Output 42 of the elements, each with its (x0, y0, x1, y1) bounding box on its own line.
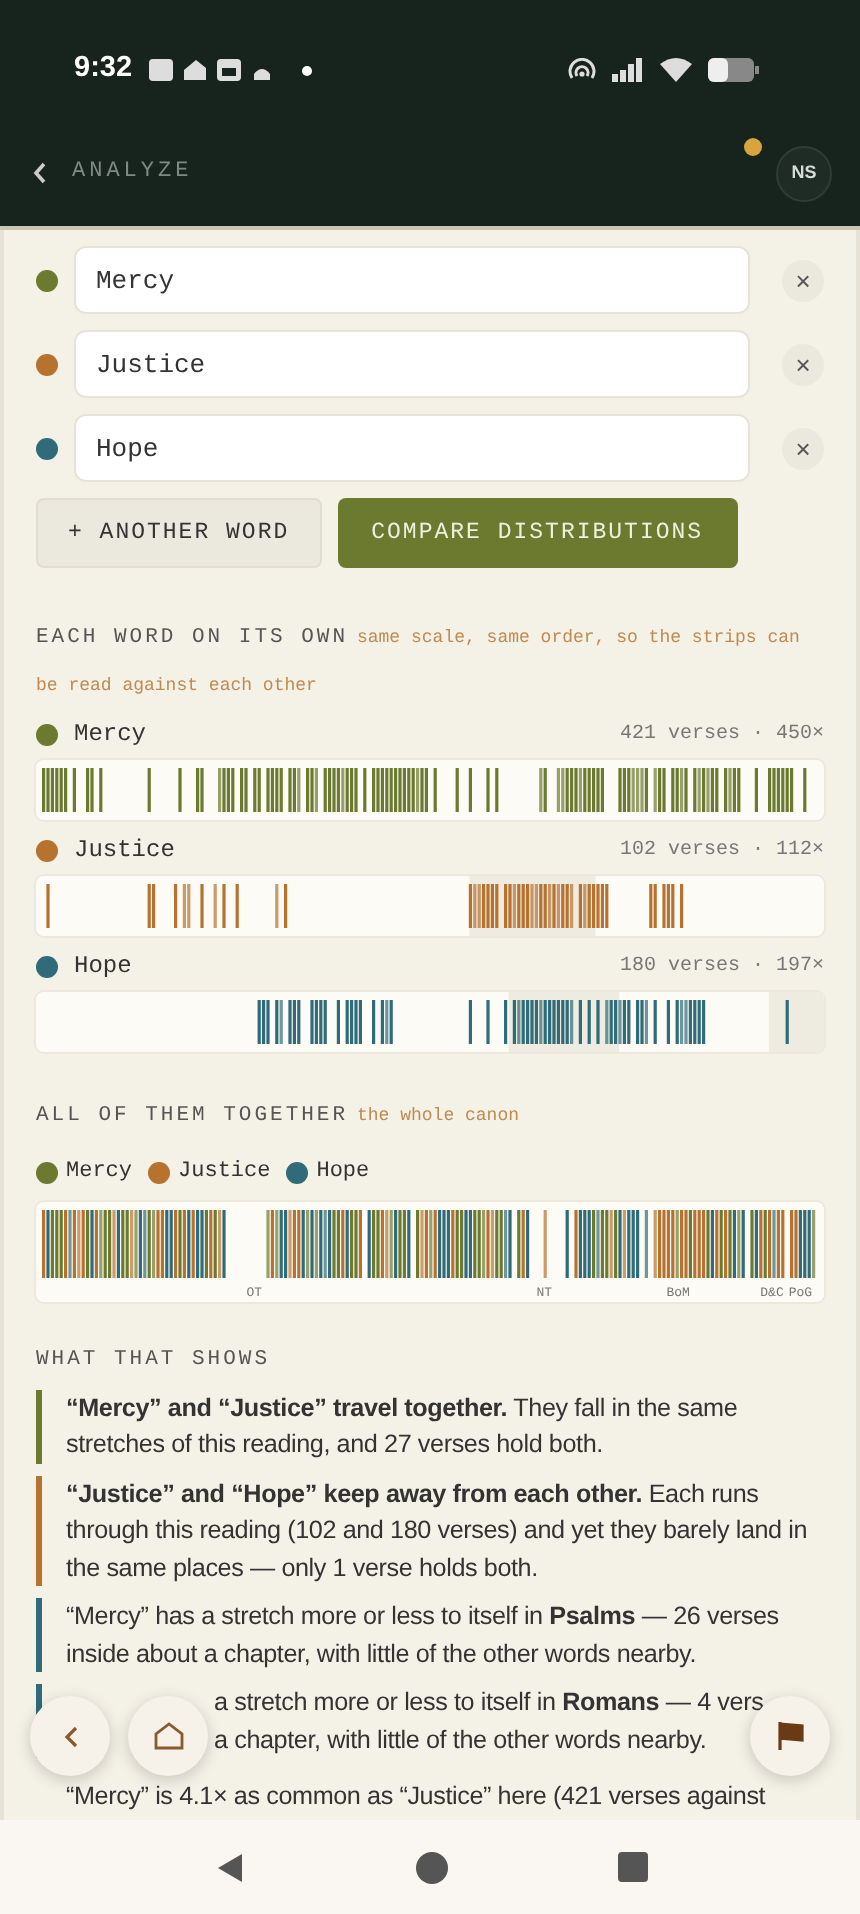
back-icon[interactable] (213, 1851, 245, 1883)
remove-button[interactable]: × (782, 343, 824, 385)
battery-icon (708, 58, 760, 82)
word-label: Mercy (74, 718, 147, 753)
home-button[interactable] (128, 1696, 208, 1776)
recents-icon[interactable] (617, 1852, 647, 1882)
add-word-button[interactable]: + ANOTHER WORD (36, 498, 322, 569)
dot-icon (302, 65, 313, 75)
section-heading: EACH WORD ON ITS OWN same scale, same order, so the strips can be read against each other (36, 624, 802, 701)
word-field[interactable]: Justice (74, 330, 750, 398)
finding-text: “Mercy” and “Justice” travel together. They fall in the same stretches of this reading, and 27 verses hold both. (36, 1389, 824, 1463)
legend-label: Mercy (66, 1158, 133, 1189)
home-icon (153, 1722, 183, 1750)
back-button[interactable] (30, 1696, 110, 1776)
word-field[interactable]: Hope (74, 414, 750, 482)
section-heading: ALL OF THEM TOGETHER the whole canon (36, 1102, 521, 1133)
wifi-icon (660, 58, 692, 82)
remove-button[interactable]: × (782, 427, 824, 469)
status-time: 9:32 (74, 50, 133, 89)
word-field[interactable]: Mercy (74, 246, 750, 314)
word-label: Hope (74, 950, 132, 985)
legend-label: Hope (316, 1158, 370, 1189)
avatar[interactable]: NS (776, 145, 832, 201)
legend-label: Justice (178, 1158, 271, 1189)
finding-text: “Mercy” is 4.1× as common as “Justice” here (421 verses against (64, 1780, 768, 1814)
verse-count: 421 verses · 450× (619, 721, 824, 750)
page-title: ANALYZE (72, 158, 193, 189)
verse-count: 180 verses · 197× (619, 953, 824, 982)
compare-button[interactable]: COMPARE DISTRIBUTIONS (337, 498, 738, 569)
calendar-icon (216, 58, 243, 82)
finding-text: “Justice” and “Hope” keep away from each other. Each runs through this reading (102 and 180 verses) and yet they barely land in the same places — only 1 verse holds both. (36, 1475, 824, 1586)
verse-count: 102 verses · 112× (619, 837, 824, 866)
hotspot-icon (568, 58, 596, 82)
remove-button[interactable]: × (782, 259, 824, 301)
home-icon[interactable] (415, 1851, 447, 1883)
finding-text: “Mercy” has a stretch more or less to itself in Psalms — 26 verses inside about a chapter, with little of the other words nearby. (36, 1598, 824, 1672)
back-icon[interactable] (32, 162, 48, 184)
chevron-icon (63, 1725, 77, 1747)
section-heading: WHAT THAT SHOWS (36, 1345, 273, 1376)
flag-icon (777, 1722, 803, 1750)
word-label: Justice (74, 834, 175, 869)
signal-icon (612, 58, 644, 82)
